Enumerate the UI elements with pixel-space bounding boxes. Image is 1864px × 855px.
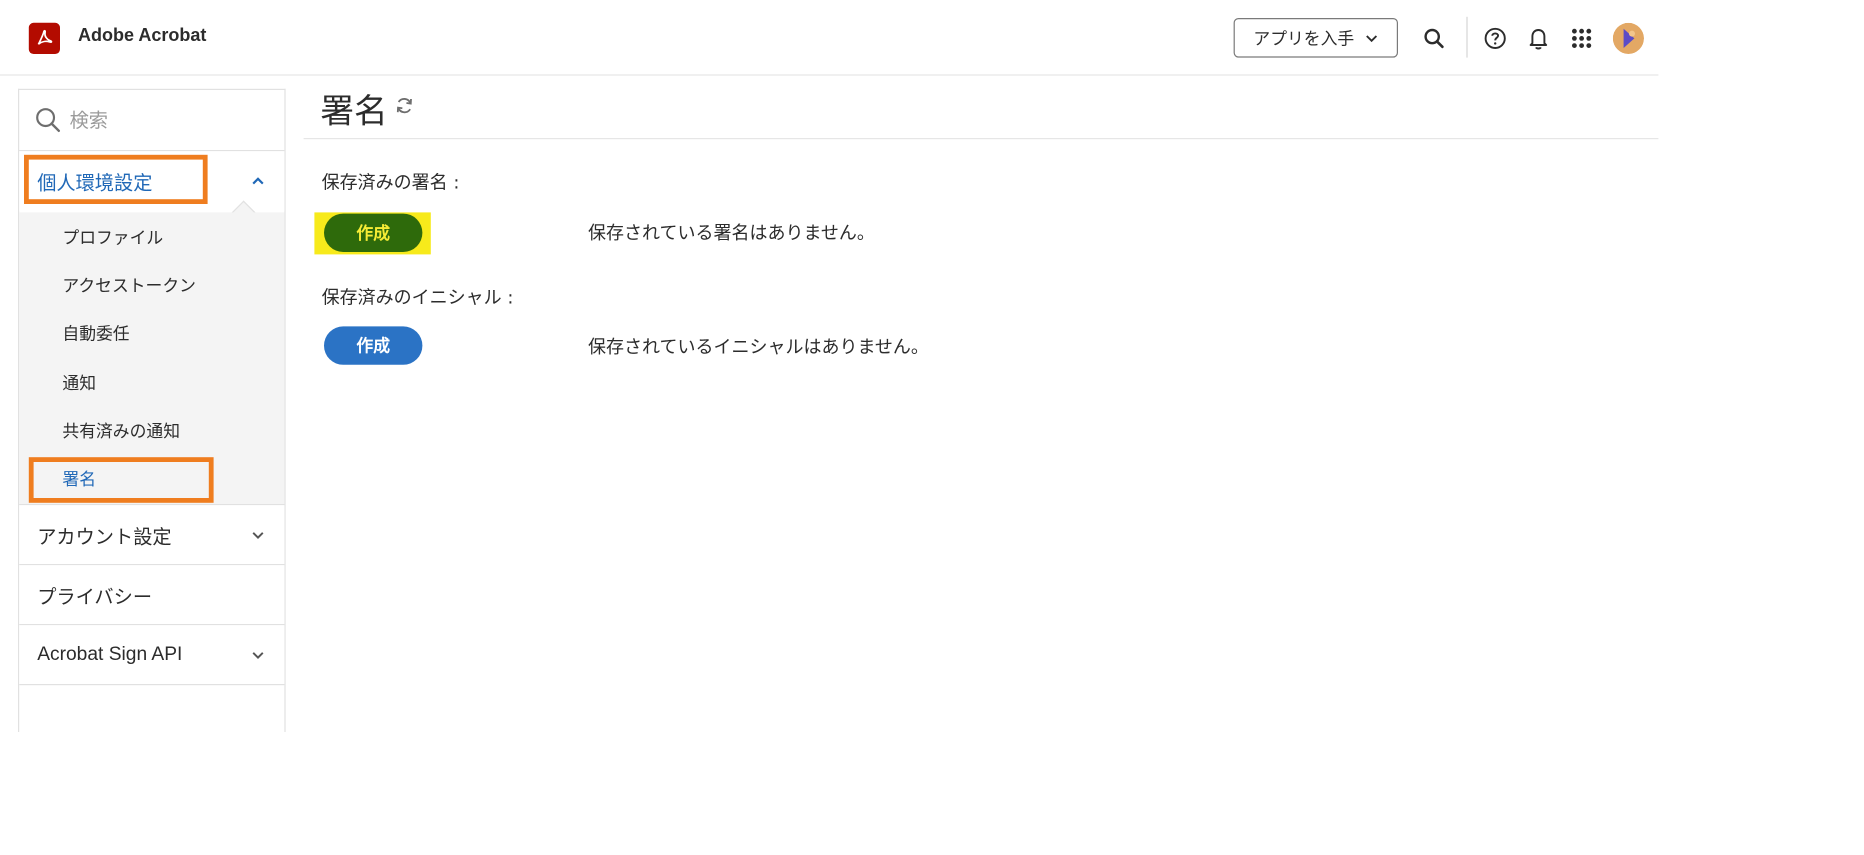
chevron-down-icon bbox=[1365, 34, 1377, 42]
app-grid-icon[interactable] bbox=[1567, 24, 1596, 53]
page-header: 署名 bbox=[303, 76, 1659, 140]
chevron-down-icon bbox=[252, 652, 264, 659]
header-divider bbox=[1466, 16, 1468, 58]
bell-icon[interactable] bbox=[1524, 24, 1553, 53]
personal-preferences-submenu: プロファイル アクセストークン 自動委任 通知 共有済みの通知 署名 bbox=[19, 212, 285, 506]
help-icon[interactable] bbox=[1481, 24, 1510, 53]
no-signatures-message: 保存されている署名はありません。 bbox=[588, 222, 875, 244]
sidebar-item-auto-delegation[interactable]: 自動委任 bbox=[62, 322, 129, 346]
get-apps-button[interactable]: アプリを入手 bbox=[1233, 18, 1398, 58]
saved-initials-label: 保存済みのイニシャル : bbox=[321, 286, 514, 309]
chevron-down-icon bbox=[252, 532, 264, 539]
create-initials-button[interactable]: 作成 bbox=[324, 326, 423, 365]
sidebar-item-signatures[interactable]: 署名 bbox=[62, 467, 96, 491]
search-icon[interactable] bbox=[1420, 24, 1449, 53]
section-label: Acrobat Sign API bbox=[37, 643, 183, 665]
sidebar-search bbox=[19, 90, 285, 152]
sidebar-item-access-tokens[interactable]: アクセストークン bbox=[62, 274, 196, 298]
acrobat-logo-icon[interactable] bbox=[28, 22, 61, 55]
saved-signatures-label: 保存済みの署名 : bbox=[321, 171, 460, 194]
section-label: プライバシー bbox=[37, 585, 153, 608]
sidebar-item-profile[interactable]: プロファイル bbox=[62, 226, 163, 250]
section-account-settings[interactable]: アカウント設定 bbox=[19, 505, 285, 566]
avatar[interactable] bbox=[1612, 22, 1645, 55]
no-initials-message: 保存されているイニシャルはありません。 bbox=[588, 336, 929, 358]
top-bar: Adobe Acrobat アプリを入手 bbox=[0, 0, 1659, 76]
brand-name[interactable]: Adobe Acrobat bbox=[78, 25, 206, 45]
page-title: 署名 bbox=[320, 91, 388, 131]
refresh-icon[interactable] bbox=[395, 96, 414, 120]
sidebar-item-shared-notifications[interactable]: 共有済みの通知 bbox=[62, 419, 180, 443]
section-privacy[interactable]: プライバシー bbox=[19, 565, 285, 626]
get-apps-label: アプリを入手 bbox=[1253, 28, 1355, 48]
settings-sidebar: 個人環境設定 プロファイル アクセストークン 自動委任 通知 共有済みの通知 署… bbox=[18, 88, 286, 733]
section-acrobat-sign-api[interactable]: Acrobat Sign API bbox=[19, 625, 285, 686]
sidebar-item-notifications[interactable]: 通知 bbox=[62, 371, 96, 395]
search-icon bbox=[35, 107, 61, 138]
search-input[interactable] bbox=[69, 102, 274, 138]
chevron-up-icon bbox=[252, 177, 264, 185]
create-signature-button[interactable]: 作成 bbox=[324, 213, 423, 253]
app-root: Adobe Acrobat アプリを入手 検索 個人環境設定 プロファイル アク… bbox=[0, 0, 1659, 733]
section-label: アカウント設定 bbox=[37, 525, 172, 548]
section-label: 個人環境設定 bbox=[37, 171, 153, 195]
